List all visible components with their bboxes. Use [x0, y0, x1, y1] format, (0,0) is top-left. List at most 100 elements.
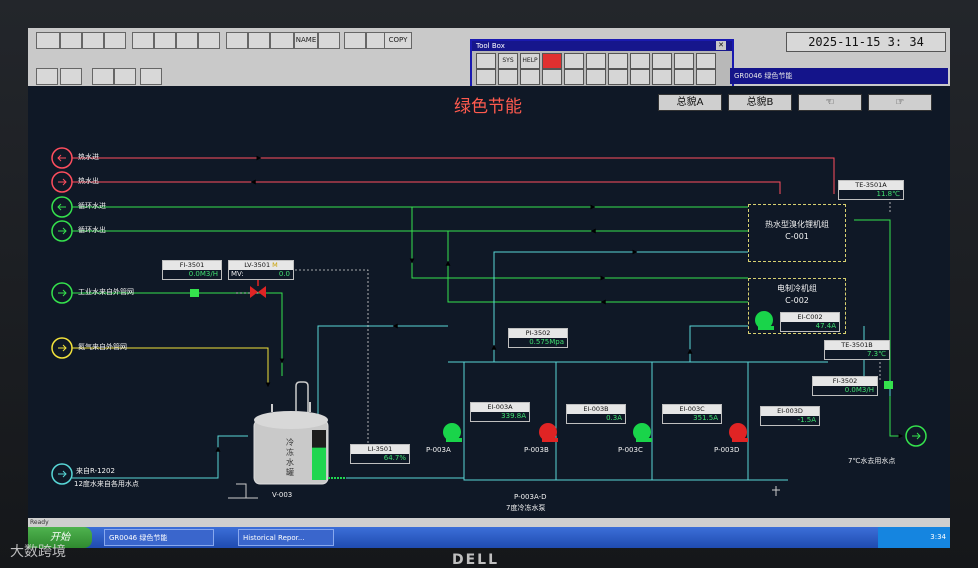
- label-hot-in: 热水进: [78, 153, 99, 161]
- tank-text: 冷冻水罐: [286, 438, 294, 477]
- tag-lv3501-mode: M: [272, 261, 278, 269]
- unit-c001[interactable]: 热水型溴化锂机组 C-001: [748, 204, 846, 262]
- copy-button[interactable]: COPY: [384, 32, 412, 49]
- hot-water-lines: [72, 155, 835, 194]
- tag-pi3502[interactable]: PI-3502 0.575Mpa: [508, 328, 568, 348]
- label-hot-out: 热水出: [78, 177, 99, 185]
- hand-left-icon: ☜: [825, 97, 835, 108]
- toolbox-icon-9[interactable]: [652, 53, 672, 69]
- tag-lv3501[interactable]: LV-3501 M MV: 0.0: [228, 260, 294, 280]
- tag-ei-c002-name: EI-C002: [781, 313, 839, 322]
- tag-ei003a-name: EI-003A: [471, 403, 529, 412]
- toolbar-button-8[interactable]: [198, 32, 220, 49]
- toolbar-button-14[interactable]: [344, 32, 366, 49]
- flow-element-fi3501: [190, 289, 199, 297]
- overview-a-button[interactable]: 总貌A: [658, 94, 722, 111]
- flow-element-fi3502: [884, 381, 893, 389]
- toolbox-icon-1[interactable]: [476, 53, 496, 69]
- hand-right-button[interactable]: ☞: [868, 94, 932, 111]
- tag-te3501b-value: 7.3℃: [867, 350, 886, 358]
- overview-b-button[interactable]: 总貌B: [728, 94, 792, 111]
- toolbox-icon-6[interactable]: [586, 53, 606, 69]
- toolbox-icon-16[interactable]: [564, 69, 584, 85]
- hand-right-icon: ☞: [895, 97, 905, 108]
- toolbox-icon-8[interactable]: [630, 53, 650, 69]
- tag-te3501b-name: TE-3501B: [825, 341, 889, 350]
- toolbar-button-10[interactable]: [248, 32, 270, 49]
- tank-id: V-003: [272, 491, 293, 499]
- toolbox-icon-12[interactable]: [476, 69, 496, 85]
- tag-ei003a[interactable]: EI-003A 339.8A: [470, 402, 530, 422]
- toolbar-button-6[interactable]: [154, 32, 176, 49]
- toolbox-icon-22[interactable]: [696, 69, 716, 85]
- hand-left-button[interactable]: ☜: [798, 94, 862, 111]
- toolbox-icon-7[interactable]: [608, 53, 628, 69]
- pump-p003a: [443, 423, 462, 442]
- toolbox-icon-13[interactable]: [498, 69, 518, 85]
- label-from-r1202: 来自R-1202: [76, 467, 115, 475]
- tag-lv3501-value-row: MV: 0.0: [229, 270, 293, 279]
- pump-p003a-label: P-003A: [426, 446, 451, 454]
- edit-button[interactable]: [92, 68, 114, 85]
- tool-box-window[interactable]: Tool Box SYS HELP ✕: [470, 39, 734, 89]
- toolbar-button-9[interactable]: [226, 32, 248, 49]
- system-clock: 2025-11-15 3: 34: [786, 32, 946, 52]
- tag-ei003d[interactable]: EI-003D -1.5A: [760, 406, 820, 426]
- hmi-screen: NAME COPY 2025-11-15 3: 34 Tool Box SYS …: [28, 28, 950, 548]
- tag-li3501[interactable]: LI-3501 64.7%: [350, 444, 410, 464]
- toolbox-alarm-button[interactable]: [542, 53, 562, 69]
- toolbar-button-13[interactable]: [318, 32, 340, 49]
- toolbox-icon-21[interactable]: [674, 69, 694, 85]
- control-valve-lv3501: [250, 277, 266, 298]
- toolbar-button-4[interactable]: [104, 32, 126, 49]
- nitrogen-line: [72, 347, 271, 388]
- tag-ei003a-value: 339.8A: [501, 412, 526, 420]
- tag-ei-c002[interactable]: EI-C002 47.4A: [780, 312, 840, 332]
- toolbox-icon-18[interactable]: [608, 69, 628, 85]
- tag-ei003b[interactable]: EI-003B 0.3A: [566, 404, 626, 424]
- toolbar-button-1[interactable]: [36, 32, 60, 49]
- task-historical-report[interactable]: Historical Repor...: [238, 529, 334, 546]
- toolbox-icon-15[interactable]: [542, 69, 562, 85]
- tag-te3501a-name: TE-3501A: [839, 181, 903, 190]
- toolbar-button-3[interactable]: [82, 32, 104, 49]
- toolbox-icon-17[interactable]: [586, 69, 606, 85]
- label-industrial-water: 工业水来自外管网: [78, 288, 134, 296]
- tag-ei003c[interactable]: EI-003C 351.5A: [662, 404, 722, 424]
- toolbox-sys-button[interactable]: SYS: [498, 53, 518, 69]
- tag-te3501a[interactable]: TE-3501A 11.8℃: [838, 180, 904, 200]
- label-circ-out: 循环水出: [78, 226, 106, 234]
- toolbox-icon-5[interactable]: [564, 53, 584, 69]
- toolbar-button-11[interactable]: [270, 32, 294, 49]
- tag-ei003d-name: EI-003D: [761, 407, 819, 416]
- page-title: 绿色节能: [454, 97, 522, 117]
- toolbar-button-2[interactable]: [60, 32, 82, 49]
- toolbox-icon-19[interactable]: [630, 69, 650, 85]
- report-button[interactable]: [140, 68, 162, 85]
- toolbar-button-name[interactable]: NAME: [294, 32, 318, 49]
- check-button[interactable]: [60, 68, 82, 85]
- toolbar-button-7[interactable]: [176, 32, 198, 49]
- print-button[interactable]: [36, 68, 58, 85]
- toolbox-help-button[interactable]: HELP: [520, 53, 540, 69]
- tag-lv3501-name: LV-3501: [244, 261, 271, 269]
- toolbar-button-5[interactable]: [132, 32, 154, 49]
- label-12deg-water: 12度水来自各用水点: [74, 480, 139, 488]
- label-nitrogen: 氮气来自外管网: [78, 343, 127, 351]
- toolbox-icon-14[interactable]: [520, 69, 540, 85]
- tag-fi3502[interactable]: FI-3502 0.0M3/H: [812, 376, 878, 396]
- pump-group-desc: 7度冷冻水泵: [506, 504, 546, 512]
- task-gr0046[interactable]: GR0046 绿色节能: [104, 529, 214, 546]
- toolbox-icon-10[interactable]: [674, 53, 694, 69]
- tag-fi3501[interactable]: FI-3501 0.0M3/H: [162, 260, 222, 280]
- open-button[interactable]: [114, 68, 136, 85]
- tag-te3501b[interactable]: TE-3501B 7.3℃: [824, 340, 890, 360]
- close-icon[interactable]: ✕: [716, 41, 726, 50]
- tag-fi3502-name: FI-3502: [813, 377, 877, 386]
- hot-out-line: [72, 181, 781, 194]
- pump-p003c: [633, 423, 652, 442]
- process-graphic: 绿色节能 总貌A 总貌B ☜ ☞ 热水进 热水出 循环水进 循环水出 工业水来自…: [28, 86, 950, 518]
- tag-pi3502-name: PI-3502: [509, 329, 567, 338]
- toolbox-icon-11[interactable]: [696, 53, 716, 69]
- toolbox-icon-20[interactable]: [652, 69, 672, 85]
